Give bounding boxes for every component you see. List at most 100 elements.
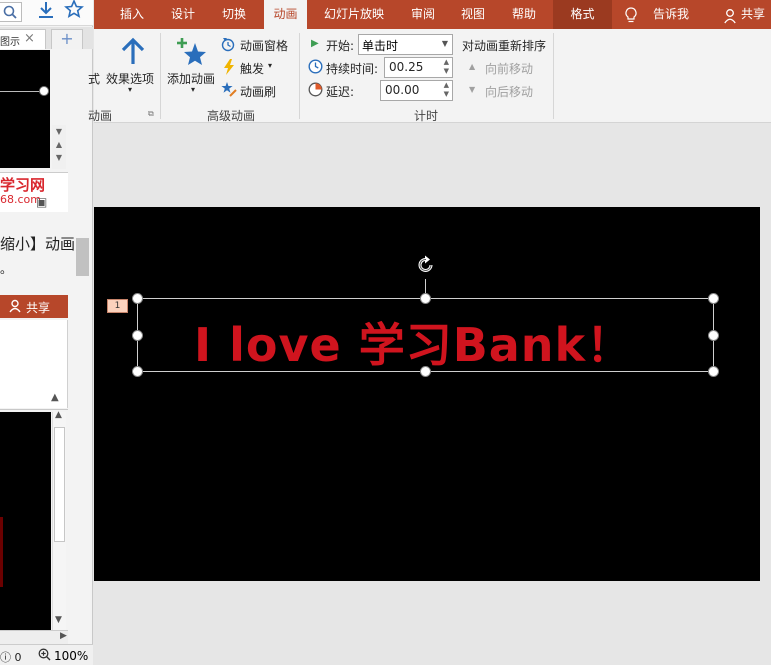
play-icon: ▶ [311,38,319,49]
selection-box[interactable] [137,298,714,372]
article-scrollbar-thumb[interactable] [76,238,89,276]
duration-label: 持续时间: [326,62,379,76]
start-value: 单击时 [362,39,399,53]
site-watermark: 学习网 68.com ▣ [0,172,68,212]
move-earlier-button[interactable]: 向前移动 [485,60,533,77]
slide-thumbnail[interactable] [0,412,51,630]
slide-canvas[interactable]: I love 学习Bank！ 1 [94,207,760,581]
person-icon [724,6,738,24]
tab-design[interactable]: 设计 [171,0,195,29]
lightning-icon [223,59,235,78]
resize-handle-right[interactable] [708,330,719,341]
delay-stepper[interactable]: 00.00 ▲ ▼ [380,80,453,101]
scrollbar-thumb[interactable] [54,427,65,542]
horizontal-scrollbar[interactable]: ▶ [0,630,68,644]
comments-count: ⓘ 0 [0,651,22,664]
scroll-up-icon[interactable]: ▲ [55,410,62,420]
resize-handle-left[interactable] [132,330,143,341]
animation-painter-button[interactable]: 动画刷 [240,83,276,100]
thumbnail-red-mark [0,517,3,587]
tab-transitions[interactable]: 切换 [222,0,246,29]
scroll-down-icon[interactable]: ▼ [52,151,66,164]
stepper-arrows-icon[interactable]: ▲ ▼ [444,58,449,76]
tab-review[interactable]: 审阅 [411,0,435,29]
trigger-button[interactable]: 触发 [240,60,264,77]
star-icon [64,0,84,18]
left-tab-strip: 图示 × + [0,27,93,49]
delay-clock-icon [308,82,323,100]
thumbnail-preview [0,50,50,168]
group-label-animation: 动画 [88,109,113,123]
scroll-right-icon[interactable]: ▶ [60,631,67,641]
share-button-top[interactable]: 共享 [741,0,765,29]
status-bar: ⓘ 0 100% [0,644,93,665]
thumbnail-list-scrollbar[interactable]: ▲ ▼ [52,410,66,630]
tab-slideshow[interactable]: 幻灯片放映 [324,0,384,29]
tab-document-label: 图示 [0,37,20,48]
search-button[interactable] [0,2,22,22]
thumbnail-scrollbar[interactable]: ▼ ▲ ▼ [52,125,66,169]
start-dropdown[interactable]: 单击时 ▼ [358,34,453,55]
person-icon [9,299,23,316]
tab-insert[interactable]: 插入 [120,0,144,29]
duration-stepper[interactable]: 00.25 ▲ ▼ [384,57,453,78]
qr-icon: ▣ [36,195,48,209]
scroll-down-icon[interactable]: ▼ [55,615,62,625]
rotate-handle-icon[interactable] [416,255,436,278]
animation-pane-icon [221,37,236,55]
move-later-button[interactable]: 向后移动 [485,83,533,100]
article-text-line: 缩小】动画 [0,235,75,253]
animation-painter-icon [221,82,237,100]
reorder-animation-title: 对动画重新排序 [462,39,547,53]
thumbnail-handle [39,86,49,96]
resize-handle-bottom[interactable] [420,366,431,377]
divider [160,33,161,119]
scroll-down-icon[interactable]: ▼ [52,125,66,138]
left-pane: 图示 × + ▼ ▲ ▼ 学习网 68.com ▣ 缩小】动画 。 共享 ▲ ▲… [0,0,93,665]
duration-value: 00.25 [389,60,424,74]
new-tab-button[interactable]: + [51,29,83,49]
chevron-up-icon[interactable]: ▲ [51,392,59,403]
delay-label: 延迟: [326,85,355,99]
thumbnail-line [0,91,44,92]
animation-order-tag[interactable]: 1 [107,299,128,313]
chevron-down-icon[interactable]: ▾ [268,61,272,70]
share-button[interactable]: 共享 [0,295,68,318]
chevron-down-icon[interactable]: ▾ [191,85,195,94]
share-label: 共享 [26,301,51,315]
ribbon-animations: 式 效果选项 ▾ 动画 ⧉ 添加动画 ▾ 动画窗格 触发 ▾ 动画刷 高级动画 … [88,29,771,123]
delay-value: 00.00 [385,83,420,97]
tab-view[interactable]: 视图 [461,0,485,29]
chevron-down-icon: ▼ [441,39,448,48]
move-down-icon: ▼ [469,85,476,94]
favorite-button[interactable] [64,0,84,22]
lightbulb-icon [625,6,637,24]
start-label: 开始: [326,39,355,53]
tab-animations[interactable]: 动画 [264,0,307,29]
tab-document[interactable]: 图示 × [0,29,46,49]
chevron-down-icon[interactable]: ▾ [128,85,132,94]
tell-me-search[interactable]: 告诉我 [653,0,689,29]
clock-icon [308,59,323,77]
resize-handle-bottom-left[interactable] [132,366,143,377]
tab-help[interactable]: 帮助 [512,0,536,29]
resize-handle-top-right[interactable] [708,293,719,304]
group-label-advanced-animation: 高级动画 [207,109,256,123]
scroll-up-icon[interactable]: ▲ [52,138,66,151]
ribbon-tab-bar: 插入 设计 切换 动画 幻灯片放映 审阅 视图 帮助 格式 告诉我 共享 [94,0,771,29]
animation-pane-button[interactable]: 动画窗格 [240,37,288,54]
tab-format[interactable]: 格式 [553,0,612,29]
stepper-arrows-icon[interactable]: ▲ ▼ [444,81,449,99]
left-toolbar [0,0,93,26]
close-icon[interactable]: × [24,31,35,46]
style-button-partial[interactable]: 式 [88,70,100,87]
resize-handle-bottom-right[interactable] [708,366,719,377]
comments-count-value: 0 [14,651,22,664]
divider [299,33,300,119]
resize-handle-top[interactable] [420,293,431,304]
zoom-level[interactable]: 100% [54,649,88,663]
dialog-launcher-icon[interactable]: ⧉ [148,109,154,119]
zoom-icon[interactable] [38,648,51,664]
resize-handle-top-left[interactable] [132,293,143,304]
download-button[interactable] [36,0,56,23]
